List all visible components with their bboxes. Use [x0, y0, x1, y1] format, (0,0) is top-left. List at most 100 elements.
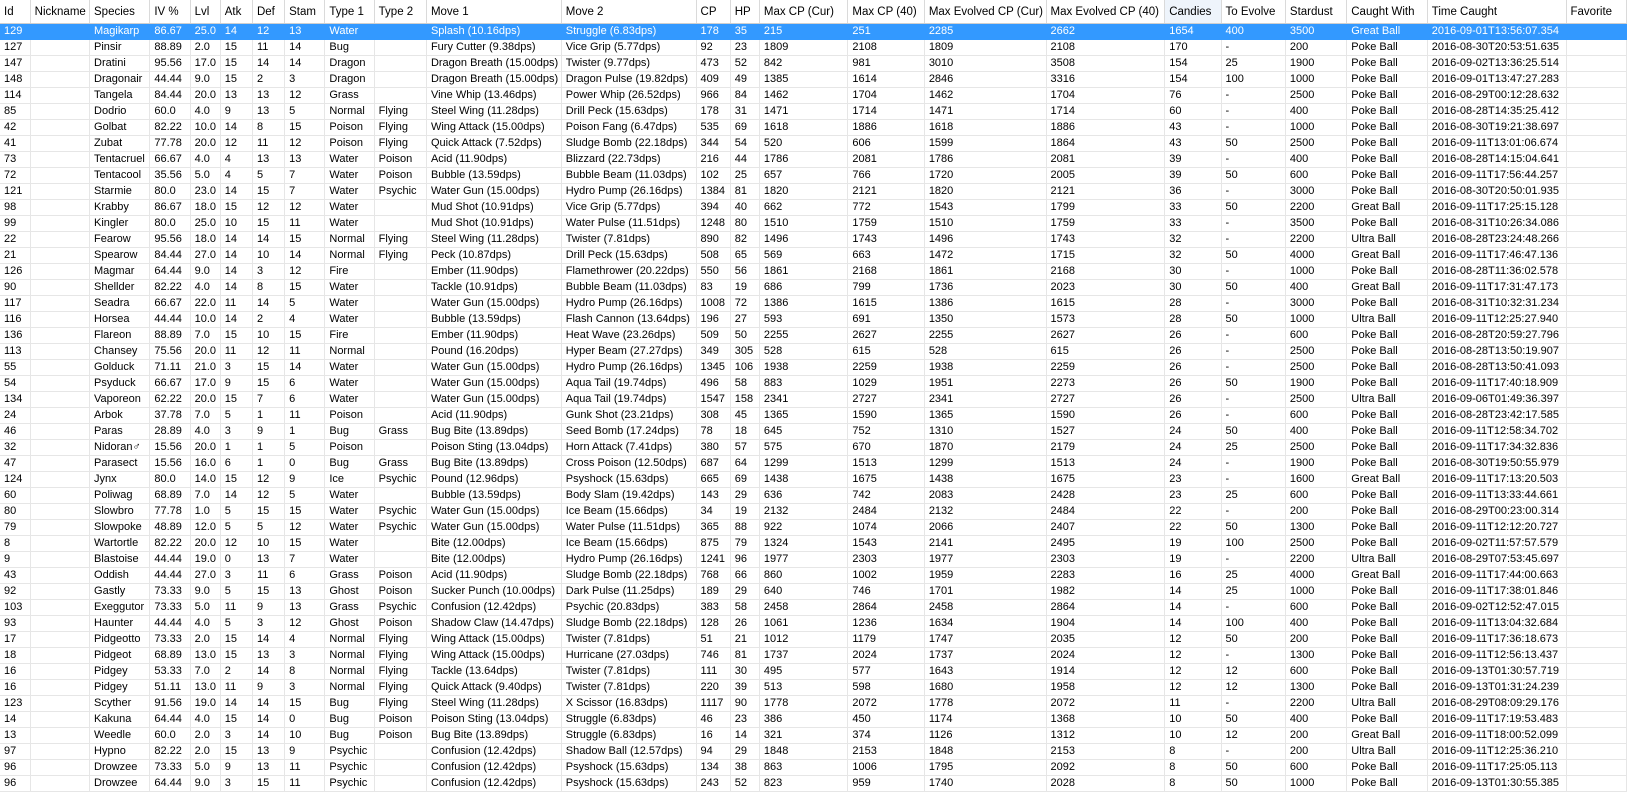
cell-stardust: 1000 — [1285, 583, 1348, 600]
table-row[interactable]: 72 Tentacool 35.56 5.0 4 5 7 Water Poison Bubble … — [0, 167, 1627, 184]
table-row[interactable]: 13 Weedle 60.0 2.0 3 14 10 Bug Poison Bug Bite (1… — [0, 727, 1627, 744]
column-header-lvl[interactable]: Lvl — [190, 0, 221, 24]
table-row[interactable]: 96 Drowzee 64.44 9.0 3 15 11 Psychic Confusion (… — [0, 775, 1627, 792]
table-row[interactable]: 124 Jynx 80.0 14.0 15 12 9 Ice Psychic Pound (12.… — [0, 471, 1627, 488]
cell-move-1: Quick Attack (9.40dps) — [426, 679, 562, 696]
table-row[interactable]: 14 Kakuna 64.44 4.0 15 14 0 Bug Poison Poison Sti… — [0, 711, 1627, 728]
table-row[interactable]: 113 Chansey 75.56 20.0 11 12 11 Normal Pound (16… — [0, 343, 1627, 360]
table-row[interactable]: 116 Horsea 44.44 10.0 14 2 4 Water Bubble (13.59… — [0, 311, 1627, 328]
column-header-iv[interactable]: IV % — [149, 0, 191, 24]
column-header-move-2[interactable]: Move 2 — [561, 0, 697, 24]
column-header-candies[interactable]: Candies — [1164, 0, 1222, 24]
table-row[interactable]: 92 Gastly 73.33 9.0 5 15 13 Ghost Poison Sucker P… — [0, 583, 1627, 600]
table-row[interactable]: 46 Paras 28.89 4.0 3 9 1 Bug Grass Bug Bite (13.8… — [0, 423, 1627, 440]
table-row[interactable]: 85 Dodrio 60.0 4.0 9 13 5 Normal Flying Steel Win… — [0, 103, 1627, 120]
table-row[interactable]: 16 Pidgey 51.11 13.0 11 9 3 Normal Flying Quick A… — [0, 679, 1627, 696]
cell-def: 10 — [252, 327, 286, 344]
column-header-hp[interactable]: HP — [730, 0, 760, 24]
table-row[interactable]: 96 Drowzee 73.33 5.0 9 13 11 Psychic Confusion (… — [0, 759, 1627, 776]
column-header-move-1[interactable]: Move 1 — [426, 0, 562, 24]
table-row[interactable]: 129 Magikarp 86.67 25.0 14 12 13 Water Splash (1… — [0, 23, 1627, 40]
column-header-species[interactable]: Species — [89, 0, 151, 24]
table-row[interactable]: 147 Dratini 95.56 17.0 15 14 14 Dragon Dragon Br… — [0, 55, 1627, 72]
column-header-time-caught[interactable]: Time Caught — [1427, 0, 1567, 24]
cell-stardust: 2500 — [1285, 535, 1348, 552]
column-header-to-evolve[interactable]: To Evolve — [1221, 0, 1286, 24]
column-header-max-evolved-cp-cur[interactable]: Max Evolved CP (Cur) — [924, 0, 1047, 24]
table-row[interactable]: 18 Pidgeot 68.89 13.0 15 13 3 Normal Flying Wing … — [0, 647, 1627, 664]
column-header-caught-with[interactable]: Caught With — [1346, 0, 1428, 24]
table-row[interactable]: 148 Dragonair 44.44 9.0 15 2 3 Dragon Dragon Bre… — [0, 71, 1627, 88]
cell-stam: 0 — [284, 455, 326, 472]
column-header-max-cp-40[interactable]: Max CP (40) — [847, 0, 925, 24]
cell-move-1: Water Gun (15.00dps) — [426, 519, 562, 536]
table-row[interactable]: 98 Krabby 86.67 18.0 15 12 12 Water Mud Shot (10… — [0, 199, 1627, 216]
cell-max-evolved-cp-40: 1312 — [1046, 727, 1166, 744]
cell-max-cp-40: 2259 — [847, 359, 925, 376]
table-row[interactable]: 126 Magmar 64.44 9.0 14 3 12 Fire Ember (11.90dp… — [0, 263, 1627, 280]
column-header-nickname[interactable]: Nickname — [30, 0, 91, 24]
table-row[interactable]: 47 Parasect 15.56 16.0 6 1 0 Bug Grass Bug Bite (… — [0, 455, 1627, 472]
table-row[interactable]: 121 Starmie 80.0 23.0 14 15 7 Water Psychic Water… — [0, 183, 1627, 200]
column-header-max-cp-cur[interactable]: Max CP (Cur) — [759, 0, 849, 24]
table-row[interactable]: 9 Blastoise 44.44 19.0 0 13 7 Water Bite (12.00d… — [0, 551, 1627, 568]
cell-move-1: Water Gun (15.00dps) — [426, 391, 562, 408]
cell-time-caught: 2016-09-01T13:47:27.283 — [1427, 71, 1567, 88]
cell-type-1: Water — [324, 279, 375, 296]
table-row[interactable]: 55 Golduck 71.11 21.0 3 15 14 Water Water Gun (1… — [0, 359, 1627, 376]
cell-id: 123 — [0, 695, 31, 712]
table-row[interactable]: 41 Zubat 77.78 20.0 12 11 12 Poison Flying Quick … — [0, 135, 1627, 152]
cell-atk: 3 — [220, 423, 253, 440]
cell-species: Tentacool — [89, 167, 151, 184]
table-row[interactable]: 93 Haunter 44.44 4.0 5 3 12 Ghost Poison Shadow C… — [0, 615, 1627, 632]
cell-caught-with: Great Ball — [1346, 727, 1428, 744]
table-row[interactable]: 24 Arbok 37.78 7.0 5 1 11 Poison Acid (11.90dps)… — [0, 407, 1627, 424]
column-header-max-evolved-cp-40[interactable]: Max Evolved CP (40) — [1046, 0, 1166, 24]
table-row[interactable]: 8 Wartortle 82.22 20.0 12 10 15 Water Bite (12.0… — [0, 535, 1627, 552]
table-row[interactable]: 54 Psyduck 66.67 17.0 9 15 6 Water Water Gun (15… — [0, 375, 1627, 392]
column-header-type-1[interactable]: Type 1 — [324, 0, 375, 24]
cell-favorite — [1566, 631, 1627, 648]
column-header-def[interactable]: Def — [252, 0, 286, 24]
cell-iv: 64.44 — [149, 263, 191, 280]
table-row[interactable]: 22 Fearow 95.56 18.0 14 14 15 Normal Flying Steel… — [0, 231, 1627, 248]
column-header-id[interactable]: Id — [0, 0, 31, 24]
table-row[interactable]: 73 Tentacruel 66.67 4.0 4 13 13 Water Poison Acid… — [0, 151, 1627, 168]
column-header-stardust[interactable]: Stardust — [1285, 0, 1348, 24]
column-header-favorite[interactable]: Favorite — [1566, 0, 1627, 24]
cell-id: 80 — [0, 503, 31, 520]
table-row[interactable]: 123 Scyther 91.56 19.0 14 14 15 Bug Flying Steel … — [0, 695, 1627, 712]
column-header-atk[interactable]: Atk — [220, 0, 253, 24]
pokemon-data-grid[interactable]: Id Nickname Species IV % Lvl Atk Def Stam Type 1… — [0, 0, 1627, 792]
table-row[interactable]: 114 Tangela 84.44 20.0 13 13 12 Grass Vine Whip … — [0, 87, 1627, 104]
table-row[interactable]: 99 Kingler 80.0 25.0 10 15 11 Water Mud Shot (10… — [0, 215, 1627, 232]
cell-stardust: 3500 — [1285, 215, 1348, 232]
table-row[interactable]: 60 Poliwag 68.89 7.0 14 12 5 Water Bubble (13.59… — [0, 487, 1627, 504]
column-header-stam[interactable]: Stam — [284, 0, 326, 24]
table-row[interactable]: 136 Flareon 88.89 7.0 15 10 15 Fire Ember (11.90… — [0, 327, 1627, 344]
table-row[interactable]: 103 Exeggutor 73.33 5.0 11 9 13 Grass Psychic Con… — [0, 599, 1627, 616]
cell-type-1: Bug — [324, 455, 375, 472]
table-row[interactable]: 32 Nidoran♂ 15.56 20.0 1 1 5 Poison Poison Sting… — [0, 439, 1627, 456]
table-row[interactable]: 90 Shellder 82.22 4.0 14 8 15 Water Tackle (10.9… — [0, 279, 1627, 296]
table-row[interactable]: 80 Slowbro 77.78 1.0 5 15 15 Water Psychic Water … — [0, 503, 1627, 520]
cell-stam: 10 — [284, 727, 326, 744]
table-row[interactable]: 16 Pidgey 53.33 7.0 2 14 8 Normal Flying Tackle (… — [0, 663, 1627, 680]
table-row[interactable]: 79 Slowpoke 48.89 12.0 5 5 12 Water Psychic Water… — [0, 519, 1627, 536]
table-row[interactable]: 127 Pinsir 88.89 2.0 15 11 14 Bug Fury Cutter (9… — [0, 39, 1627, 56]
table-row[interactable]: 117 Seadra 66.67 22.0 11 14 5 Water Water Gun (1… — [0, 295, 1627, 312]
table-row[interactable]: 134 Vaporeon 62.22 20.0 15 7 6 Water Water Gun (… — [0, 391, 1627, 408]
column-header-cp[interactable]: CP — [696, 0, 731, 24]
table-row[interactable]: 21 Spearow 84.44 27.0 14 10 14 Normal Flying Peck… — [0, 247, 1627, 264]
table-row[interactable]: 97 Hypno 82.22 2.0 15 13 9 Psychic Confusion (12… — [0, 743, 1627, 760]
cell-lvl: 13.0 — [190, 647, 221, 664]
table-row[interactable]: 42 Golbat 82.22 10.0 14 8 15 Poison Flying Wing A… — [0, 119, 1627, 136]
column-header-type-2[interactable]: Type 2 — [374, 0, 427, 24]
cell-nickname — [30, 247, 91, 264]
cell-atk: 14 — [220, 23, 253, 40]
cell-max-evolved-cp-40: 2407 — [1046, 519, 1166, 536]
table-row[interactable]: 43 Oddish 44.44 27.0 3 11 6 Grass Poison Acid (11… — [0, 567, 1627, 584]
cell-def: 12 — [252, 23, 286, 40]
table-row[interactable]: 17 Pidgeotto 73.33 2.0 15 14 4 Normal Flying Wing… — [0, 631, 1627, 648]
cell-stam: 6 — [284, 567, 326, 584]
